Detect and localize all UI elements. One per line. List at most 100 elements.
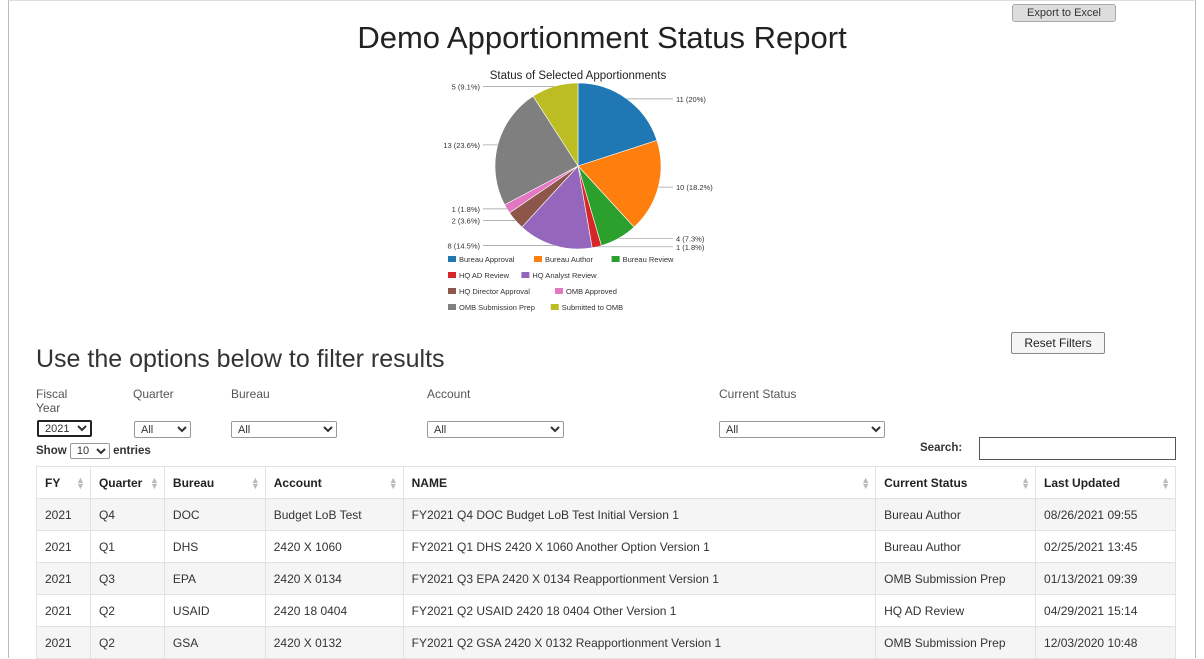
bureau-label: Bureau xyxy=(231,387,270,401)
legend-swatch xyxy=(448,304,456,310)
column-header-name[interactable]: NAME ▲ ▼ xyxy=(402,466,877,499)
slice-data-label: 1 (1.8%) xyxy=(676,243,705,252)
show-label: Show xyxy=(36,445,67,457)
account-select[interactable]: All xyxy=(427,421,564,438)
fiscal-year-label: Fiscal Year xyxy=(36,387,68,415)
cell-quarter: Q1 xyxy=(89,530,165,563)
legend-label: HQ Director Approval xyxy=(459,287,530,296)
cell-fy: 2021 xyxy=(36,530,91,563)
slice-data-label: 13 (23.6%) xyxy=(443,141,480,150)
cell-current-status: OMB Submission Prep xyxy=(875,562,1037,595)
table-row[interactable]: 2021 Q3 EPA 2420 X 0134 FY2021 Q3 EPA 24… xyxy=(36,562,1176,595)
legend-label: Bureau Author xyxy=(545,255,593,264)
quarter-select[interactable]: All xyxy=(134,421,191,438)
cell-last-updated: 08/26/2021 09:55 xyxy=(1035,498,1176,531)
page-length-control: Show 10 entries xyxy=(36,443,151,459)
search-input[interactable] xyxy=(979,437,1176,460)
account-label: Account xyxy=(427,387,471,401)
legend-label: Bureau Approval xyxy=(459,255,515,264)
cell-current-status: OMB Submission Prep xyxy=(875,626,1037,659)
legend-swatch xyxy=(448,272,456,278)
cell-name: FY2021 Q4 DOC Budget LoB Test Initial Ve… xyxy=(402,498,877,531)
cell-name: FY2021 Q2 GSA 2420 X 0132 Reapportionmen… xyxy=(402,626,877,659)
slice-data-label: 2 (3.6%) xyxy=(452,216,481,225)
legend-swatch xyxy=(534,256,542,262)
cell-account: Budget LoB Test xyxy=(264,498,404,531)
chart-title: Status of Selected Apportionments xyxy=(490,70,667,82)
sort-icon: ▲ ▼ xyxy=(1161,475,1170,491)
slice-data-label: 8 (14.5%) xyxy=(447,242,480,251)
legend-label: HQ AD Review xyxy=(459,271,510,280)
cell-name: FY2021 Q2 USAID 2420 18 0404 Other Versi… xyxy=(402,594,877,627)
sort-icon: ▲ ▼ xyxy=(1021,475,1031,491)
cell-quarter: Q2 xyxy=(89,626,165,659)
slice-data-label: 1 (1.8%) xyxy=(452,205,481,214)
table-header-row: FY ▲ ▼ Quarter ▲ ▼ Bureau ▲ ▼ Account ▲ ▼ NAME ▲ ▼… xyxy=(36,466,1176,499)
sort-icon: ▲ ▼ xyxy=(250,475,260,491)
entries-label: entries xyxy=(113,445,151,457)
table-row[interactable]: 2021 Q4 DOC Budget LoB Test FY2021 Q4 DO… xyxy=(36,498,1176,531)
legend-swatch xyxy=(448,288,456,294)
sort-icon: ▲ ▼ xyxy=(861,475,871,491)
cell-last-updated: 01/13/2021 09:39 xyxy=(1035,562,1176,595)
cell-last-updated: 02/25/2021 13:45 xyxy=(1035,530,1176,563)
sort-icon: ▲ ▼ xyxy=(388,475,398,491)
reset-filters-button[interactable]: Reset Filters xyxy=(1011,332,1105,354)
cell-name: FY2021 Q3 EPA 2420 X 0134 Reapportionmen… xyxy=(402,562,877,595)
slice-data-label: 5 (9.1%) xyxy=(452,82,481,91)
legend-label: Submitted to OMB xyxy=(562,303,623,312)
cell-fy: 2021 xyxy=(36,626,91,659)
legend-label: Bureau Review xyxy=(623,255,674,264)
cell-quarter: Q2 xyxy=(89,594,165,627)
cell-fy: 2021 xyxy=(36,498,91,531)
column-header-fy[interactable]: FY ▲ ▼ xyxy=(36,466,91,499)
legend-label: OMB Submission Prep xyxy=(459,303,535,312)
bureau-select[interactable]: All xyxy=(231,421,337,438)
cell-bureau: EPA xyxy=(163,562,266,595)
column-header-quarter[interactable]: Quarter ▲ ▼ xyxy=(89,466,165,499)
slice-data-label: 10 (18.2%) xyxy=(676,183,713,192)
cell-account: 2420 18 0404 xyxy=(264,594,404,627)
legend-swatch xyxy=(448,256,456,262)
cell-account: 2420 X 1060 xyxy=(264,530,404,563)
cell-name: FY2021 Q1 DHS 2420 X 1060 Another Option… xyxy=(402,530,877,563)
results-table: FY ▲ ▼ Quarter ▲ ▼ Bureau ▲ ▼ Account ▲ ▼ NAME ▲ ▼… xyxy=(36,466,1176,659)
table-row[interactable]: 2021 Q2 GSA 2420 X 0132 FY2021 Q2 GSA 24… xyxy=(36,626,1176,659)
cell-last-updated: 04/29/2021 15:14 xyxy=(1035,594,1176,627)
cell-current-status: Bureau Author xyxy=(875,498,1037,531)
slice-data-label: 11 (20%) xyxy=(676,95,706,104)
page-title: Demo Apportionment Status Report xyxy=(357,20,847,55)
cell-fy: 2021 xyxy=(36,562,91,595)
legend-swatch xyxy=(550,304,559,310)
cell-quarter: Q3 xyxy=(89,562,165,595)
cell-current-status: Bureau Author xyxy=(875,530,1037,563)
cell-bureau: DHS xyxy=(163,530,266,563)
filter-heading: Use the options below to filter results xyxy=(36,345,445,373)
legend-label: OMB Approved xyxy=(566,287,617,296)
search-label: Search: xyxy=(920,442,963,454)
column-header-last-updated[interactable]: Last Updated ▲ ▼ xyxy=(1035,466,1176,499)
cell-last-updated: 12/03/2020 10:48 xyxy=(1035,626,1176,659)
table-row[interactable]: 2021 Q2 USAID 2420 18 0404 FY2021 Q2 USA… xyxy=(36,594,1176,627)
table-row[interactable]: 2021 Q1 DHS 2420 X 1060 FY2021 Q1 DHS 24… xyxy=(36,530,1176,563)
cell-bureau: GSA xyxy=(163,626,266,659)
cell-bureau: DOC xyxy=(163,498,266,531)
column-header-bureau[interactable]: Bureau ▲ ▼ xyxy=(163,466,266,499)
current-status-label: Current Status xyxy=(719,387,797,401)
current-status-select[interactable]: All xyxy=(719,421,885,438)
legend-swatch xyxy=(521,272,530,278)
column-header-current-status[interactable]: Current Status ▲ ▼ xyxy=(875,466,1037,499)
cell-quarter: Q4 xyxy=(89,498,165,531)
cell-current-status: HQ AD Review xyxy=(875,594,1037,627)
quarter-label: Quarter xyxy=(133,387,174,401)
cell-fy: 2021 xyxy=(36,594,91,627)
cell-bureau: USAID xyxy=(163,594,266,627)
fiscal-year-select[interactable]: 2021 xyxy=(37,420,92,437)
entries-select[interactable]: 10 xyxy=(69,443,110,459)
column-header-account[interactable]: Account ▲ ▼ xyxy=(264,466,404,499)
legend-swatch xyxy=(611,256,620,262)
status-pie-chart: Status of Selected Apportionments 11 (20… xyxy=(443,70,713,312)
cell-account: 2420 X 0132 xyxy=(264,626,404,659)
legend-swatch xyxy=(555,288,563,294)
sort-icon: ▲ ▼ xyxy=(149,475,159,491)
